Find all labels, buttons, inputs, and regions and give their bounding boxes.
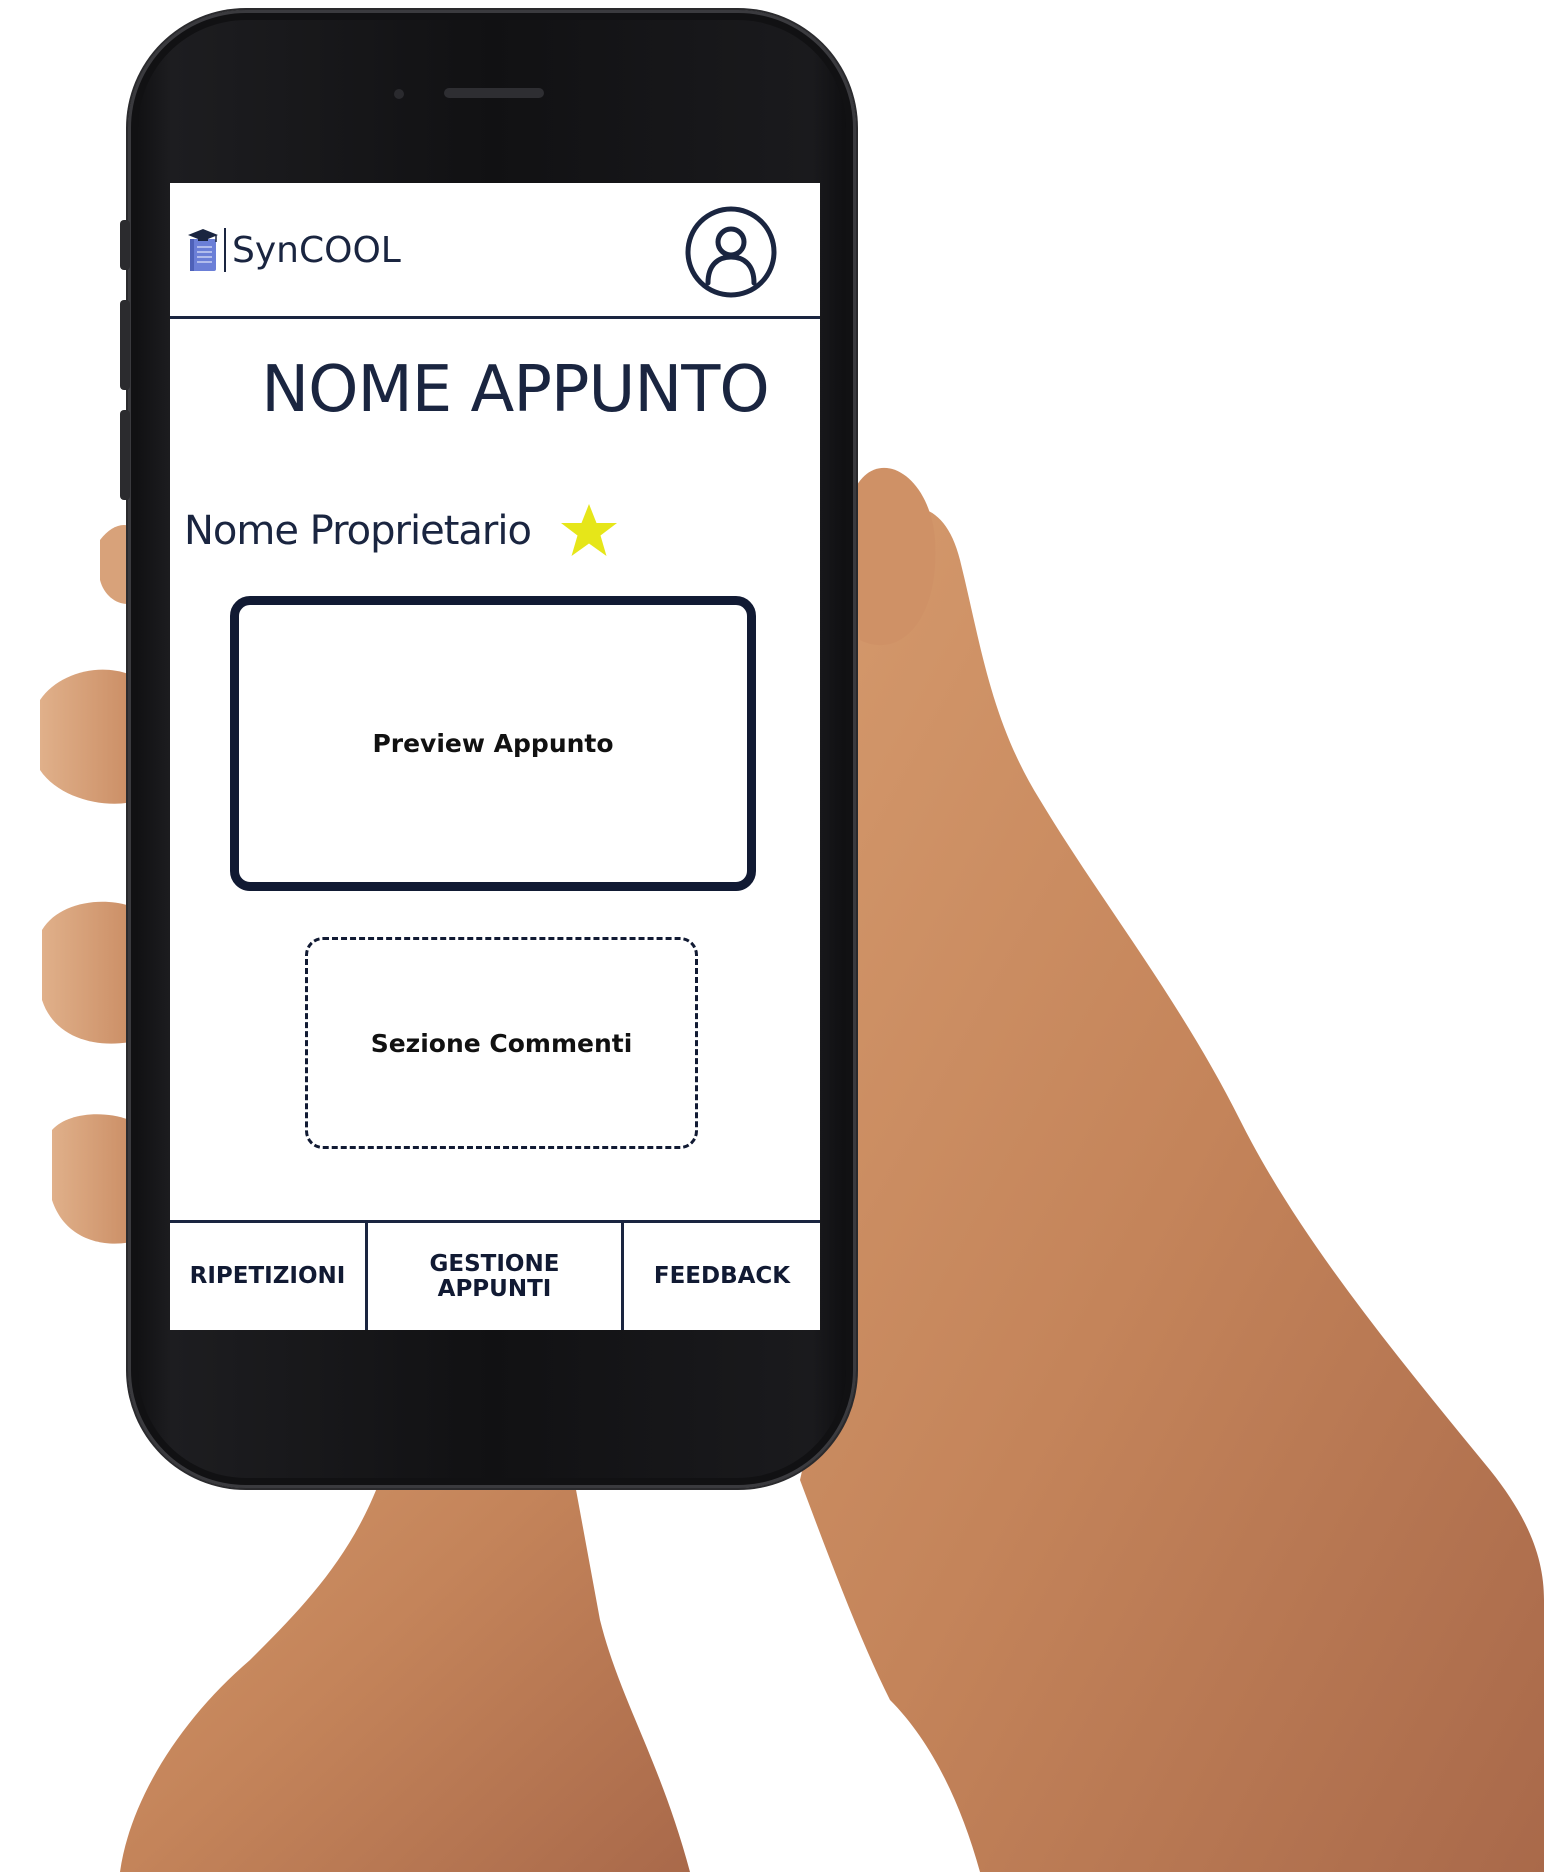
nav-gestione-line1: GESTIONE [429,1251,560,1278]
nav-feedback[interactable]: FEEDBACK [624,1223,820,1330]
app-header: SynCOOL [170,183,820,319]
nav-ripetizioni-label: RIPETIZIONI [189,1263,346,1290]
mute-switch [120,220,130,270]
app-name: SynCOOL [232,229,401,271]
photo-scene: SynCOOL NOME APPUNTO Nome Proprietario P… [0,0,1544,1872]
page-title: NOME APPUNTO [261,353,769,427]
earpiece-speaker [444,88,544,98]
preview-label: Preview Appunto [372,729,614,758]
bottom-nav: RIPETIZIONI GESTIONE APPUNTI FEEDBACK [170,1220,820,1330]
phone-screen: SynCOOL NOME APPUNTO Nome Proprietario P… [170,183,820,1330]
nav-ripetizioni[interactable]: RIPETIZIONI [170,1223,368,1330]
front-camera [394,89,404,99]
owner-row: Nome Proprietario [184,501,619,561]
volume-up-button [120,300,130,390]
comments-label: Sezione Commenti [370,1028,633,1058]
star-icon[interactable] [559,501,619,561]
owner-name: Nome Proprietario [184,508,532,554]
app-logo[interactable]: SynCOOL [186,223,401,277]
comments-section[interactable]: Sezione Commenti [305,937,698,1149]
volume-down-button [120,410,130,500]
nav-gestione-appunti-label: GESTIONE APPUNTI [430,1252,560,1300]
nav-feedback-label: FEEDBACK [653,1263,791,1290]
logo-divider [224,228,226,272]
notebook-with-graduation-cap-icon [188,229,218,271]
nav-gestione-line2: APPUNTI [437,1275,552,1302]
nav-gestione-appunti[interactable]: GESTIONE APPUNTI [368,1223,624,1330]
user-circle-icon[interactable] [684,205,778,299]
note-preview[interactable]: Preview Appunto [230,596,756,891]
